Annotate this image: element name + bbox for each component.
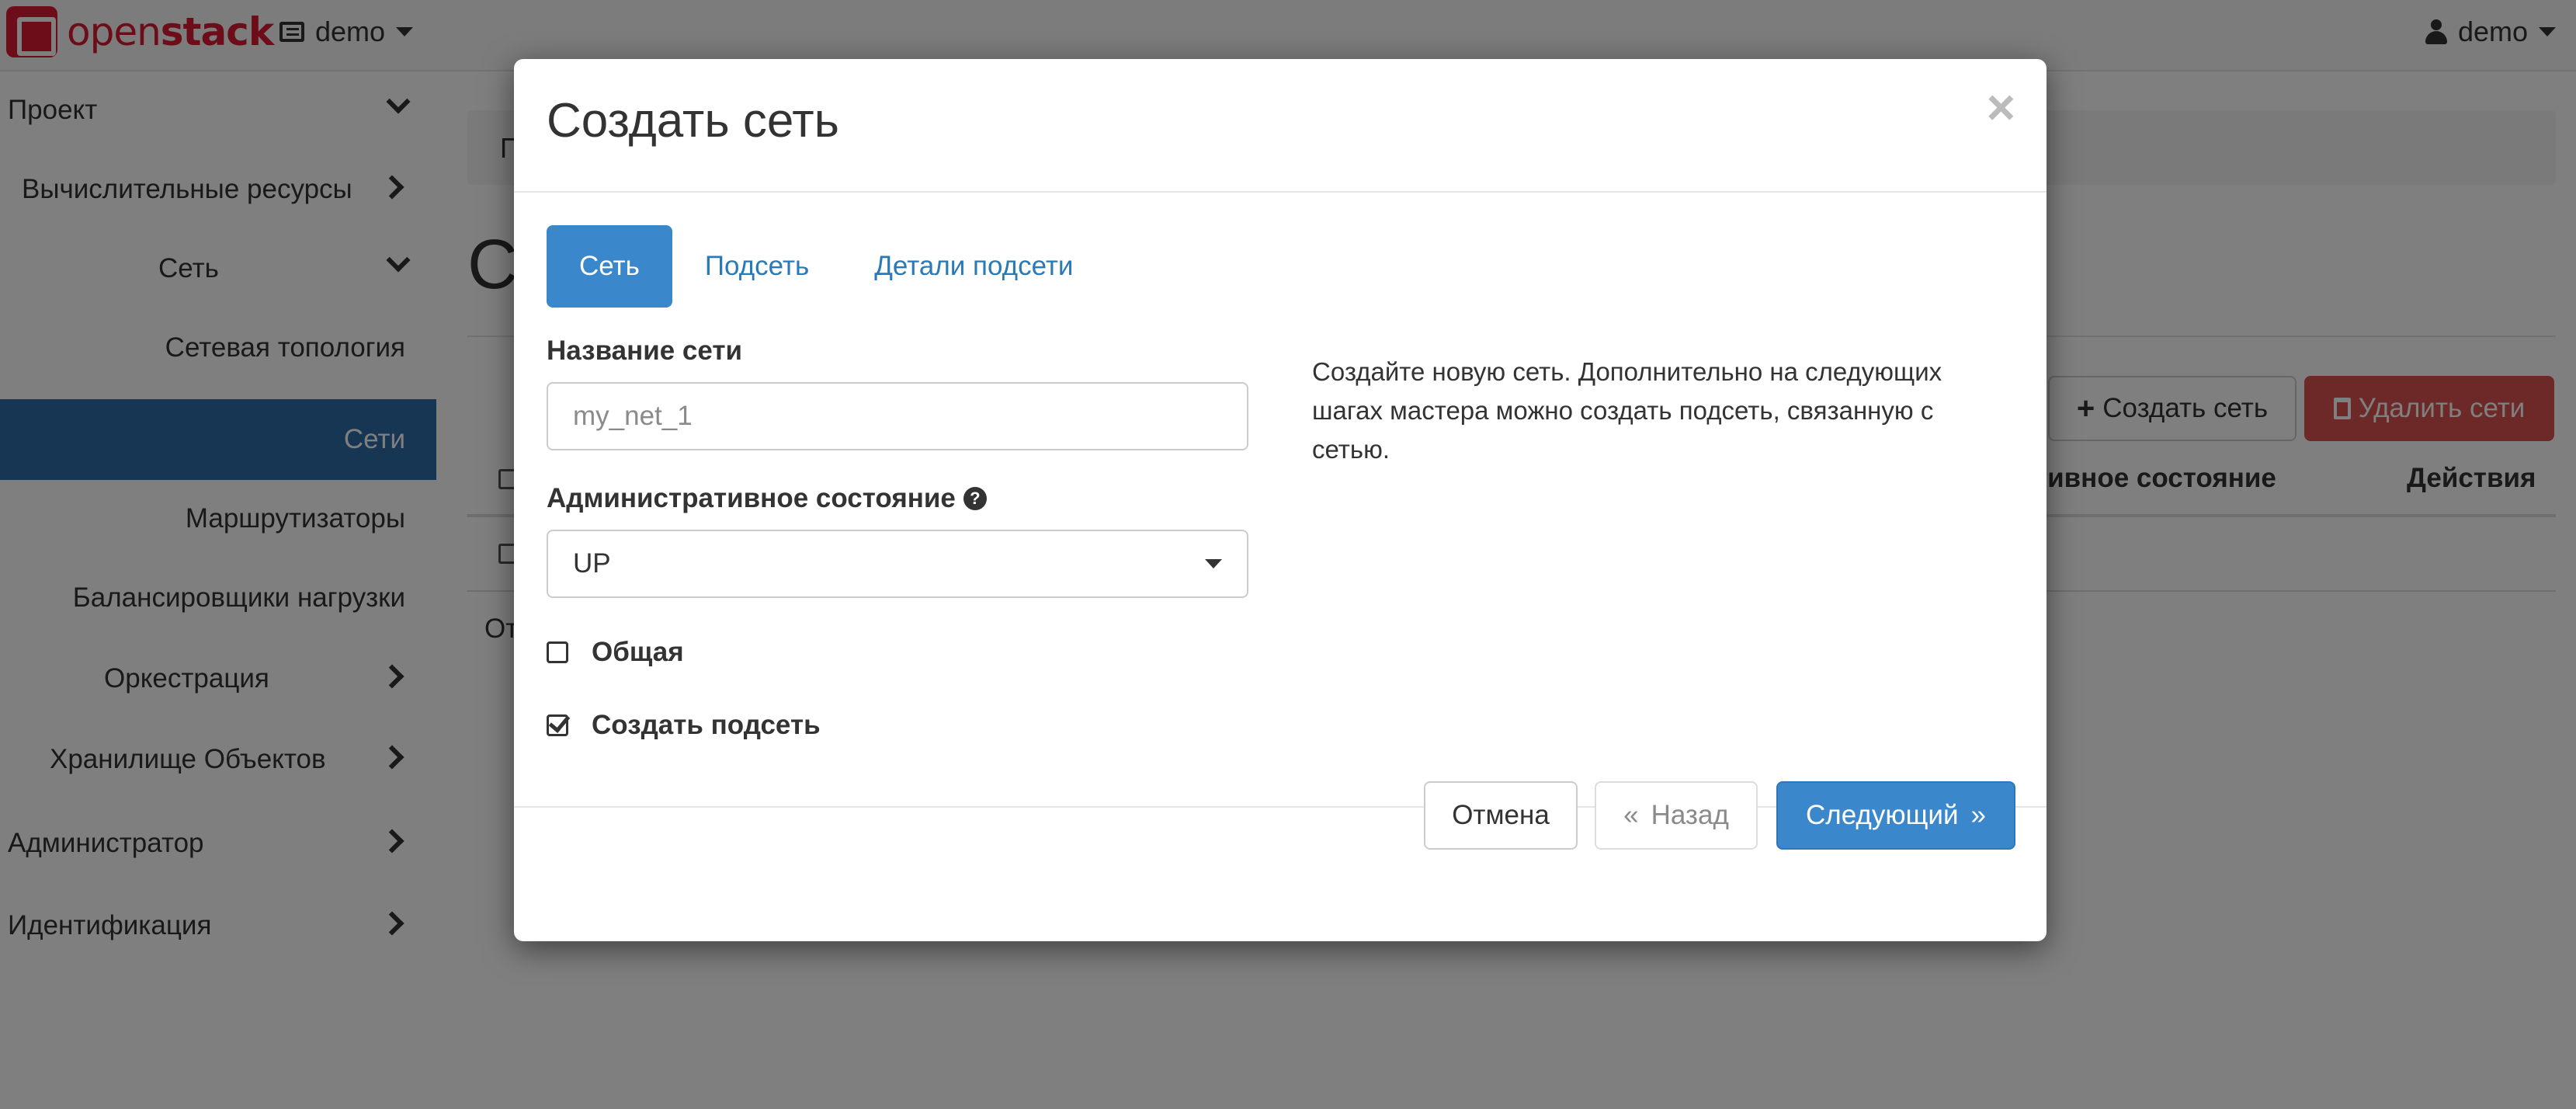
admin-state-label: Административное состояние ? xyxy=(547,483,987,514)
shared-label: Общая xyxy=(592,637,684,667)
next-arrow-icon: » xyxy=(1970,800,1986,830)
back-button[interactable]: « Назад xyxy=(1595,781,1758,850)
modal-title: Создать сеть xyxy=(547,94,839,148)
wizard-tabs: Сеть Подсеть Детали подсети xyxy=(547,225,1106,308)
shared-checkbox[interactable] xyxy=(547,641,568,663)
next-button[interactable]: Следующий » xyxy=(1776,781,2015,850)
tab-network[interactable]: Сеть xyxy=(547,225,672,308)
modal-header: Создать сеть × xyxy=(514,59,2047,193)
caret-down-icon xyxy=(1205,559,1222,568)
shared-option[interactable]: Общая xyxy=(547,637,684,668)
back-arrow-icon: « xyxy=(1623,800,1639,830)
admin-state-value: UP xyxy=(573,548,611,579)
tab-subnet-details[interactable]: Детали подсети xyxy=(842,225,1106,308)
tab-subnet[interactable]: Подсеть xyxy=(672,225,842,308)
close-icon[interactable]: × xyxy=(1987,82,2015,132)
help-text: Создайте новую сеть. Дополнительно на сл… xyxy=(1312,357,1942,464)
cancel-button[interactable]: Отмена xyxy=(1424,781,1578,850)
network-name-label: Название сети xyxy=(547,335,743,366)
create-subnet-option[interactable]: Создать подсеть xyxy=(547,710,821,741)
question-circle-icon[interactable]: ? xyxy=(963,487,987,510)
create-subnet-label: Создать подсеть xyxy=(592,710,821,740)
create-subnet-checkbox[interactable] xyxy=(547,714,568,736)
network-name-input[interactable] xyxy=(547,382,1248,450)
admin-state-select[interactable]: UP xyxy=(547,530,1248,598)
